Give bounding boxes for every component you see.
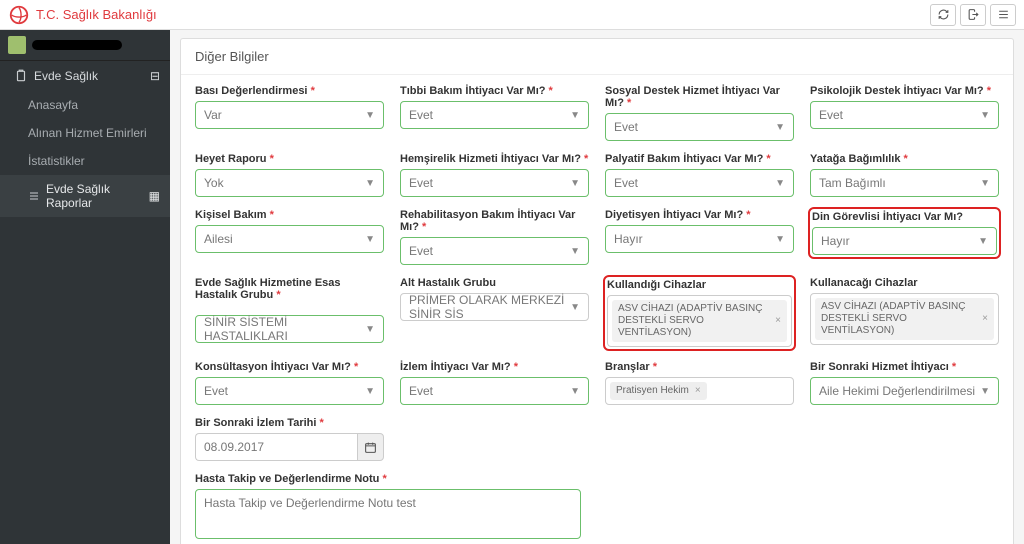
select-heyet[interactable]: Yok▼ <box>195 169 384 197</box>
select-alt[interactable]: PRİMER OLARAK MERKEZİ SİNİR SİS▼ <box>400 293 589 321</box>
nav-head-label: Evde Sağlık <box>34 69 98 83</box>
chevron-down-icon: ▼ <box>365 110 375 121</box>
label-tibbi: Tıbbi Bakım İhtiyacı Var Mı? * <box>400 85 589 97</box>
label-esas: Evde Sağlık Hizmetine Esas Hastalık Grub… <box>195 277 384 301</box>
remove-tag-button[interactable]: × <box>982 313 988 325</box>
sidebar-item-anasayfa[interactable]: Anasayfa <box>0 91 170 119</box>
sidebar-item-label: Evde Sağlık Raporlar <box>46 182 149 210</box>
chevron-down-icon: ▼ <box>570 386 580 397</box>
logout-icon <box>967 8 980 21</box>
nav-head-evde-saglik[interactable]: Evde Sağlık ⊟ <box>0 61 170 91</box>
sidebar-item-label: İstatistikler <box>28 154 85 168</box>
label-alt: Alt Hastalık Grubu <box>400 277 589 289</box>
select-tibbi[interactable]: Evet▼ <box>400 101 589 129</box>
remove-tag-button[interactable]: × <box>775 315 781 327</box>
chevron-down-icon: ▼ <box>978 236 988 247</box>
label-din: Din Görevlisi İhtiyacı Var Mı? <box>812 211 997 223</box>
chevron-down-icon: ▼ <box>980 110 990 121</box>
select-yataga[interactable]: Tam Bağımlı▼ <box>810 169 999 197</box>
device-tag: ASV CİHAZI (ADAPTİV BASINÇ DESTEKLİ SERV… <box>815 298 994 340</box>
chevron-down-icon: ▼ <box>365 178 375 189</box>
label-notu: Hasta Takip ve Değerlendirme Notu * <box>195 473 581 485</box>
refresh-button[interactable] <box>930 4 956 26</box>
panel-title: Diğer Bilgiler <box>181 39 1013 75</box>
tagbox-kullanacagi[interactable]: ASV CİHAZI (ADAPTİV BASINÇ DESTEKLİ SERV… <box>810 293 999 345</box>
label-izlem: İzlem İhtiyacı Var Mı? * <box>400 361 589 373</box>
chevron-down-icon: ▼ <box>365 386 375 397</box>
label-konsult: Konsültasyon İhtiyacı Var Mı? * <box>195 361 384 373</box>
select-konsult[interactable]: Evet▼ <box>195 377 384 405</box>
chevron-down-icon: ▼ <box>980 178 990 189</box>
sidebar-item-raporlar[interactable]: Evde Sağlık Raporlar ▦ <box>0 175 170 217</box>
tagbox-kullandigi[interactable]: ASV CİHAZI (ADAPTİV BASINÇ DESTEKLİ SERV… <box>607 295 792 347</box>
select-hems[interactable]: Evet▼ <box>400 169 589 197</box>
select-psik[interactable]: Evet▼ <box>810 101 999 129</box>
chevron-down-icon: ▼ <box>775 122 785 133</box>
calendar-button[interactable] <box>357 433 384 461</box>
select-esas[interactable]: SİNİR SİSTEMİ HASTALIKLARI▼ <box>195 315 384 343</box>
label-palyatif: Palyatif Bakım İhtiyacı Var Mı? * <box>605 153 794 165</box>
user-name-redacted <box>32 40 122 50</box>
select-kisisel[interactable]: Ailesi▼ <box>195 225 384 253</box>
select-basi[interactable]: Var▼ <box>195 101 384 129</box>
select-rehab[interactable]: Evet▼ <box>400 237 589 265</box>
select-izlem[interactable]: Evet▼ <box>400 377 589 405</box>
chevron-down-icon: ▼ <box>775 234 785 245</box>
chevron-down-icon: ▼ <box>570 246 580 257</box>
chevron-down-icon: ▼ <box>570 178 580 189</box>
chevron-down-icon: ▼ <box>570 110 580 121</box>
list-icon <box>28 190 40 202</box>
select-sosyal[interactable]: Evet▼ <box>605 113 794 141</box>
brand-text: T.C. Sağlık Bakanlığı <box>36 7 157 22</box>
logo-icon <box>8 4 30 26</box>
select-sonraki[interactable]: Aile Hekimi Değerlendirilmesi▼ <box>810 377 999 405</box>
sidebar-item-label: Anasayfa <box>28 98 78 112</box>
notes-textarea[interactable] <box>195 489 581 539</box>
label-hems: Hemşirelik Hizmeti İhtiyacı Var Mı? * <box>400 153 589 165</box>
menu-button[interactable] <box>990 4 1016 26</box>
label-sonraki: Bir Sonraki Hizmet İhtiyacı * <box>810 361 999 373</box>
label-sosyal: Sosyal Destek Hizmet İhtiyacı Var Mı? * <box>605 85 794 109</box>
label-branslar: Branşlar * <box>605 361 794 373</box>
label-basi: Bası Değerlendirmesi * <box>195 85 384 97</box>
collapse-icon: ⊟ <box>150 69 160 83</box>
sidebar-item-alinan-hizmet[interactable]: Alınan Hizmet Emirleri <box>0 119 170 147</box>
refresh-icon <box>937 8 950 21</box>
sidebar-item-istatistikler[interactable]: İstatistikler <box>0 147 170 175</box>
label-kullanacagi: Kullanacağı Cihazlar <box>810 277 999 289</box>
brand: T.C. Sağlık Bakanlığı <box>8 4 157 26</box>
clipboard-icon <box>14 69 28 83</box>
chevron-down-icon: ▼ <box>980 386 990 397</box>
chevron-down-icon: ▼ <box>775 178 785 189</box>
grid-icon: ▦ <box>149 189 160 203</box>
sidebar: Evde Sağlık ⊟ Anasayfa Alınan Hizmet Emi… <box>0 30 170 544</box>
label-rehab: Rehabilitasyon Bakım İhtiyacı Var Mı? * <box>400 209 589 233</box>
avatar <box>8 36 26 54</box>
device-tag: ASV CİHAZI (ADAPTİV BASINÇ DESTEKLİ SERV… <box>612 300 787 342</box>
sidebar-item-label: Alınan Hizmet Emirleri <box>28 126 147 140</box>
label-kisisel: Kişisel Bakım * <box>195 209 384 221</box>
chevron-down-icon: ▼ <box>365 234 375 245</box>
label-psik: Psikolojik Destek İhtiyacı Var Mı? * <box>810 85 999 97</box>
chevron-down-icon: ▼ <box>570 302 580 313</box>
label-heyet: Heyet Raporu * <box>195 153 384 165</box>
calendar-icon <box>364 441 377 454</box>
label-tarih: Bir Sonraki İzlem Tarihi * <box>195 417 384 429</box>
label-yataga: Yatağa Bağımlılık * <box>810 153 999 165</box>
logout-button[interactable] <box>960 4 986 26</box>
branch-tag: Pratisyen Hekim× <box>610 382 707 400</box>
menu-icon <box>997 8 1010 21</box>
select-diyet[interactable]: Hayır▼ <box>605 225 794 253</box>
select-din[interactable]: Hayır▼ <box>812 227 997 255</box>
remove-tag-button[interactable]: × <box>695 385 701 397</box>
chevron-down-icon: ▼ <box>365 324 375 335</box>
date-input[interactable] <box>195 433 357 461</box>
tagbox-branslar[interactable]: Pratisyen Hekim× <box>605 377 794 405</box>
select-palyatif[interactable]: Evet▼ <box>605 169 794 197</box>
label-diyet: Diyetisyen İhtiyacı Var Mı? * <box>605 209 794 221</box>
user-row <box>0 30 170 61</box>
label-kullandigi: Kullandığı Cihazlar <box>607 279 792 291</box>
